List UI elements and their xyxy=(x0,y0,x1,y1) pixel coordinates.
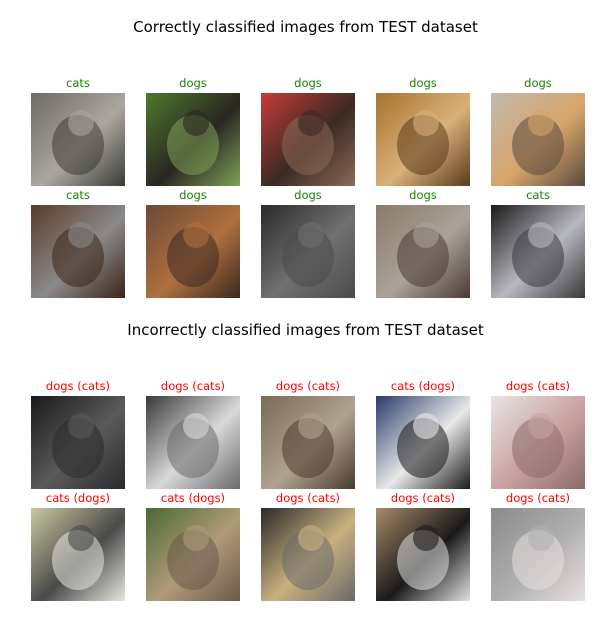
image-cell: dogs xyxy=(376,186,470,298)
gray-cat-on-bed-photo xyxy=(491,508,585,601)
image-label: dogs xyxy=(179,188,207,202)
image-label: dogs xyxy=(294,76,322,90)
image-label: cats (dogs) xyxy=(160,491,226,505)
image-cell: dogs (cats) xyxy=(491,377,585,489)
image-cell: dogs (cats) xyxy=(31,377,125,489)
image-label: dogs xyxy=(409,188,437,202)
image-label: dogs (cats) xyxy=(505,491,571,505)
image-label: dogs (cats) xyxy=(275,379,341,393)
image-label: dogs (cats) xyxy=(275,491,341,505)
image-label: cats xyxy=(66,188,90,202)
image-cell: cats (dogs) xyxy=(31,489,125,601)
image-label: cats xyxy=(66,76,90,90)
tan-dog-by-fence-photo xyxy=(146,508,240,601)
image-cell: cats xyxy=(31,186,125,298)
incorrect-section-title: Incorrectly classified images from TEST … xyxy=(127,321,484,339)
poodle-in-dog-bed-photo xyxy=(376,93,470,186)
correct-image-grid: cats dogs dogs dogs dogs cats dogs dogs dogs cats xyxy=(31,74,585,298)
cat-behind-cage-bars-photo xyxy=(261,508,355,601)
image-cell: dogs (cats) xyxy=(491,489,585,601)
image-cell: cats (dogs) xyxy=(146,489,240,601)
image-label: cats (dogs) xyxy=(390,379,456,393)
black-shaggy-dog-in-car-photo xyxy=(261,205,355,298)
image-cell: dogs xyxy=(146,74,240,186)
image-cell: dogs xyxy=(261,74,355,186)
german-shepherd-on-grass-photo xyxy=(146,93,240,186)
black-white-cat-in-basket-photo xyxy=(376,508,470,601)
image-label: dogs (cats) xyxy=(505,379,571,393)
black-white-puppy-held-photo xyxy=(376,396,470,489)
image-cell: dogs (cats) xyxy=(261,377,355,489)
tabby-cat-sleeping-photo xyxy=(261,396,355,489)
incorrect-image-grid: dogs (cats) dogs (cats) dogs (cats) cats (d… xyxy=(31,377,585,601)
image-cell: dogs (cats) xyxy=(376,489,470,601)
brown-dog-on-floor-photo xyxy=(146,205,240,298)
image-label: dogs (cats) xyxy=(45,379,111,393)
image-cell: cats xyxy=(491,186,585,298)
image-label: dogs (cats) xyxy=(160,379,226,393)
pitbull-sitting-photo xyxy=(31,508,125,601)
image-label: dogs xyxy=(524,76,552,90)
white-cat-closeup-photo xyxy=(491,396,585,489)
black-cat-sitting-photo xyxy=(491,205,585,298)
tabby-white-cat-lying-photo xyxy=(146,396,240,489)
black-cat-standing-photo xyxy=(31,396,125,489)
image-cell: cats (dogs) xyxy=(376,377,470,489)
image-cell: dogs (cats) xyxy=(261,489,355,601)
person-holding-small-dog-photo xyxy=(261,93,355,186)
image-cell: cats xyxy=(31,74,125,186)
image-cell: dogs xyxy=(491,74,585,186)
image-cell: dogs (cats) xyxy=(146,377,240,489)
fluffy-cat-on-floor-photo xyxy=(31,205,125,298)
correct-section-title: Correctly classified images from TEST da… xyxy=(133,18,478,36)
tan-dog-on-couch-photo xyxy=(491,93,585,186)
image-label: cats (dogs) xyxy=(45,491,111,505)
small-dog-on-leash-photo xyxy=(376,205,470,298)
image-label: dogs (cats) xyxy=(390,491,456,505)
image-cell: dogs xyxy=(146,186,240,298)
image-cell: dogs xyxy=(376,74,470,186)
image-label: cats xyxy=(526,188,550,202)
image-label: dogs xyxy=(294,188,322,202)
image-label: dogs xyxy=(179,76,207,90)
tabby-cat-photo xyxy=(31,93,125,186)
image-label: dogs xyxy=(409,76,437,90)
image-cell: dogs xyxy=(261,186,355,298)
